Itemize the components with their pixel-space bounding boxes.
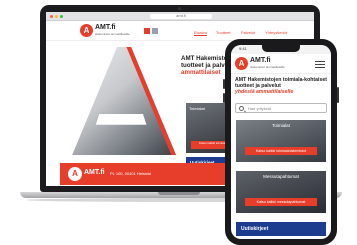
hero-image [58, 47, 176, 155]
phone-screen: 9:41 A AMT.fi Hakemistot ammattilaisille… [231, 45, 331, 239]
phone-tagline: Hakemistot ammattilaisille [250, 65, 285, 69]
footer-brand: AMT.fi [84, 169, 105, 176]
search-toggle-icon[interactable] [152, 28, 158, 34]
camera-dot [178, 7, 181, 10]
newsletter-button[interactable]: Uutiskirjeet [236, 222, 326, 236]
phone-brand[interactable]: AMT.fi [250, 57, 271, 64]
nav-item-palvelut[interactable]: Palvelut [241, 30, 255, 35]
minimize-window-button[interactable] [55, 15, 58, 18]
footer-logo-icon[interactable]: A [68, 167, 82, 181]
address-bar[interactable]: amt.fi [150, 13, 212, 19]
amt-logo-icon[interactable]: A [80, 24, 93, 37]
hamburger-menu-icon[interactable] [315, 61, 325, 68]
industries-card-title: Toimialat [189, 106, 205, 111]
events-card[interactable]: Messutapahtumat Katso kaikki messutapaht… [236, 171, 326, 213]
site-brand[interactable]: AMT.fi [95, 24, 116, 31]
status-time: 9:41 [239, 46, 247, 51]
phone-title: AMT Hakemistojen toimiala-kohtaiset tuot… [235, 77, 329, 95]
browser-toolbar: amt.fi [46, 12, 314, 21]
industries-button[interactable]: Katso kaikki toimialahakemistot [245, 147, 317, 155]
search-icon [239, 106, 244, 111]
site-header: A AMT.fi Hakemistot ammattilaisille Etus… [46, 21, 314, 41]
industries-card[interactable]: Toimialat Katso kaikki toimialahakemisto… [236, 120, 326, 162]
phone-title-accent: yhdestä ammattilaiselle [235, 89, 294, 95]
address-bar-text: amt.fi [176, 13, 186, 18]
search-input[interactable]: Hae yrityksiä [235, 103, 327, 113]
laptop-hinge-notch [158, 192, 200, 195]
phone-amt-logo-icon[interactable]: A [235, 57, 248, 70]
industries-card-title: Toimialat [272, 123, 290, 128]
site-tagline: Hakemistot ammattilaisille [95, 32, 130, 36]
phone-volume-button-2 [223, 93, 225, 103]
phone-header: A AMT.fi Hakemistot ammattilaisille [231, 54, 331, 74]
footer-address: PL 100, 00401 Helsinki [110, 171, 151, 176]
language-icon[interactable] [144, 28, 150, 34]
search-placeholder: Hae yrityksiä [248, 106, 271, 111]
phone: 9:41 A AMT.fi Hakemistot ammattilaisille… [223, 39, 339, 245]
events-button[interactable]: Katso kaikki messutapahtumat [245, 198, 317, 206]
maximize-window-button[interactable] [60, 15, 63, 18]
nav-item-yhteystiedot[interactable]: Yhteystiedot [265, 30, 287, 35]
nav-item-etusivu[interactable]: Etusivu [194, 30, 208, 36]
phone-volume-button [223, 79, 225, 89]
phone-power-button [337, 87, 339, 103]
nav-item-tuotteet[interactable]: Tuotteet [216, 30, 231, 35]
phone-notch [262, 45, 300, 52]
close-window-button[interactable] [50, 15, 53, 18]
events-card-title: Messutapahtumat [263, 174, 299, 179]
